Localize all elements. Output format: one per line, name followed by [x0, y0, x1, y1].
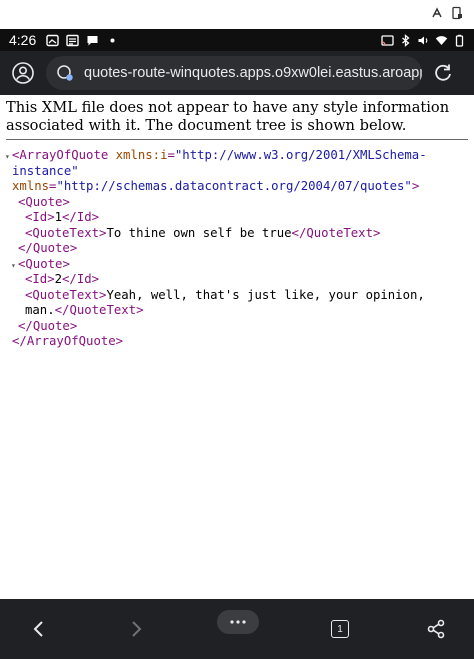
reload-button[interactable] [428, 58, 458, 88]
account-button[interactable] [8, 58, 38, 88]
news-icon [66, 34, 79, 46]
menu-icon [230, 620, 246, 624]
accessibility-icon [432, 7, 442, 18]
xml-id-line: <Id>1</Id> [25, 210, 100, 224]
collapse-arrow-icon[interactable]: ▾ [11, 258, 16, 274]
xml-quote-open: <Quote> [18, 194, 70, 209]
forward-button[interactable] [116, 607, 156, 651]
back-button[interactable] [19, 607, 59, 651]
xml-quote-close: </Quote> [18, 318, 78, 333]
message-icon [87, 35, 98, 45]
status-time: 4:26 [9, 32, 37, 48]
status-bar: 4:26 [0, 29, 474, 51]
site-settings-icon [57, 65, 73, 81]
xml-id-line: <Id>2</Id> [25, 272, 100, 286]
tab-count: 1 [337, 623, 343, 635]
account-icon [12, 62, 34, 84]
cast-icon [381, 34, 394, 46]
menu-button[interactable] [217, 610, 259, 634]
xml-quote-open: ▾ <Quote> [0, 257, 474, 273]
tabs-icon: 1 [331, 620, 349, 638]
xml-quotetext-cont: man.</QuoteText> [25, 303, 144, 317]
dot-icon [110, 38, 115, 42]
reload-icon [435, 64, 451, 81]
xml-quotetext-line: <QuoteText>To thine own self be true</Qu… [25, 225, 381, 240]
volume-icon [418, 36, 428, 44]
bottom-nav-bar: 1 [0, 599, 474, 659]
photo-icon [46, 34, 59, 46]
bluetooth-icon [402, 33, 410, 47]
xml-tree: ▾ <ArrayOfQuote xmlns:i="http://www.w3.or… [0, 148, 474, 350]
xml-root-attr2: xmlns="http://schemas.datacontract.org/2… [12, 179, 420, 193]
battery-icon [455, 34, 464, 47]
site-settings-button[interactable] [54, 62, 76, 84]
forward-icon [132, 621, 142, 637]
url-field[interactable]: quotes-route-winquotes.apps.o9xw0lei.eas… [46, 56, 422, 90]
system-edge-area [0, 0, 474, 29]
wifi-icon [435, 35, 448, 45]
tabs-button[interactable]: 1 [320, 607, 360, 651]
back-icon [33, 621, 43, 637]
browser-toolbar: quotes-route-winquotes.apps.o9xw0lei.eas… [0, 51, 474, 95]
share-icon [427, 619, 445, 639]
url-text: quotes-route-winquotes.apps.o9xw0lei.eas… [84, 65, 422, 81]
xml-quote-close: </Quote> [18, 241, 78, 255]
share-button[interactable] [416, 607, 456, 651]
xml-root-attr-cont: instance" [12, 163, 79, 178]
xml-info-text: This XML file does not appear to have an… [6, 99, 468, 140]
xml-root-close: </ArrayOfQuote> [12, 334, 124, 348]
collapse-arrow-icon[interactable]: ▾ [5, 149, 10, 165]
device-icon [452, 6, 462, 20]
xml-quotetext-line: <QuoteText>Yeah, well, that's just like,… [25, 287, 425, 302]
xml-root-open: ▾ <ArrayOfQuote xmlns:i="http://www.w3.or… [0, 148, 474, 164]
page-content: This XML file does not appear to have an… [0, 95, 474, 599]
